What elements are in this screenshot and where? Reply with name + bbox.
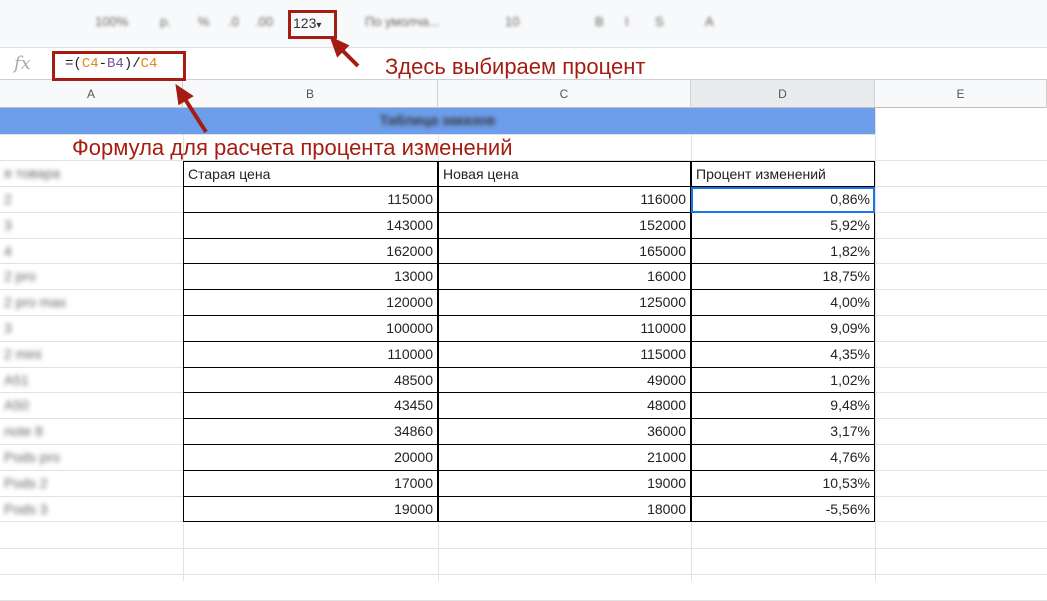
arrowhead-icon [175, 83, 194, 106]
annotation-number-format: Здесь выбираем процент [385, 54, 646, 79]
annotation-formula: Формула для расчета процента изменений [72, 135, 513, 160]
arrow-icon [181, 94, 208, 134]
arrows [175, 36, 360, 134]
